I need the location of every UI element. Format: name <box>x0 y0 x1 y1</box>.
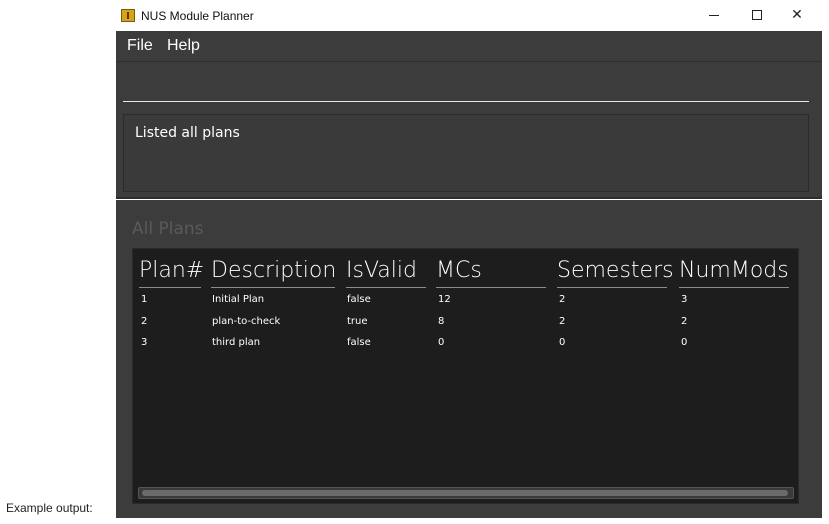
table-cell-description[interactable]: third plan <box>212 337 260 348</box>
result-message: Listed all plans <box>135 125 240 141</box>
column-header-nummods[interactable]: NumMods <box>679 258 789 283</box>
table-cell-nummods[interactable]: 0 <box>681 337 687 348</box>
table-cell-nummods[interactable]: 3 <box>681 294 687 305</box>
table-cell-isvalid[interactable]: false <box>347 337 371 348</box>
table-cell-description[interactable]: plan-to-check <box>212 316 280 327</box>
horizontal-scrollbar[interactable] <box>138 487 794 499</box>
example-output-caption: Example output: <box>6 501 93 515</box>
plans-table: Plan# Description IsValid MCs Semesters … <box>132 248 799 504</box>
column-header-underline <box>211 287 335 288</box>
table-cell-isvalid[interactable]: false <box>347 294 371 305</box>
maximize-button[interactable] <box>743 4 771 26</box>
column-header-mcs[interactable]: MCs <box>436 258 482 283</box>
table-cell-semesters[interactable]: 0 <box>559 337 565 348</box>
close-icon: ✕ <box>791 7 803 23</box>
app-window: NUS Module Planner ✕ File Help Listed al… <box>116 0 822 518</box>
table-cell-isvalid[interactable]: true <box>347 316 368 327</box>
table-cell-semesters[interactable]: 2 <box>559 294 565 305</box>
menu-help[interactable]: Help <box>167 37 200 55</box>
plans-panel: All Plans Plan# Description IsValid MCs … <box>116 200 822 518</box>
column-header-semesters[interactable]: Semesters <box>557 258 674 283</box>
column-header-underline <box>139 287 201 288</box>
table-cell-plan-number[interactable]: 2 <box>141 316 147 327</box>
table-cell-nummods[interactable]: 2 <box>681 316 687 327</box>
column-header-isvalid[interactable]: IsValid <box>346 258 417 283</box>
scrollbar-thumb[interactable] <box>142 490 788 496</box>
table-cell-description[interactable]: Initial Plan <box>212 294 264 305</box>
command-box <box>116 62 822 107</box>
minimize-button[interactable] <box>700 4 728 26</box>
table-cell-mcs[interactable]: 12 <box>438 294 451 305</box>
title-bar: NUS Module Planner ✕ <box>116 0 822 31</box>
result-text-box: Listed all plans <box>123 114 809 192</box>
column-header-underline <box>679 287 789 288</box>
column-header-description[interactable]: Description <box>211 258 336 283</box>
result-display: Listed all plans <box>116 107 822 199</box>
column-header-plan-number[interactable]: Plan# <box>139 258 204 283</box>
close-button[interactable]: ✕ <box>783 4 811 26</box>
table-cell-semesters[interactable]: 2 <box>559 316 565 327</box>
app-logo-icon <box>121 9 135 22</box>
table-cell-mcs[interactable]: 8 <box>438 316 444 327</box>
command-input[interactable] <box>123 68 809 102</box>
menu-file[interactable]: File <box>127 37 153 55</box>
minimize-icon <box>709 14 719 16</box>
column-header-underline <box>557 287 667 288</box>
window-title: NUS Module Planner <box>141 9 254 23</box>
table-cell-plan-number[interactable]: 1 <box>141 294 147 305</box>
table-cell-plan-number[interactable]: 3 <box>141 337 147 348</box>
menu-bar: File Help <box>116 31 822 62</box>
column-header-underline <box>436 287 546 288</box>
table-cell-mcs[interactable]: 0 <box>438 337 444 348</box>
column-header-underline <box>346 287 426 288</box>
maximize-icon <box>752 10 762 20</box>
plans-title: All Plans <box>132 219 204 239</box>
